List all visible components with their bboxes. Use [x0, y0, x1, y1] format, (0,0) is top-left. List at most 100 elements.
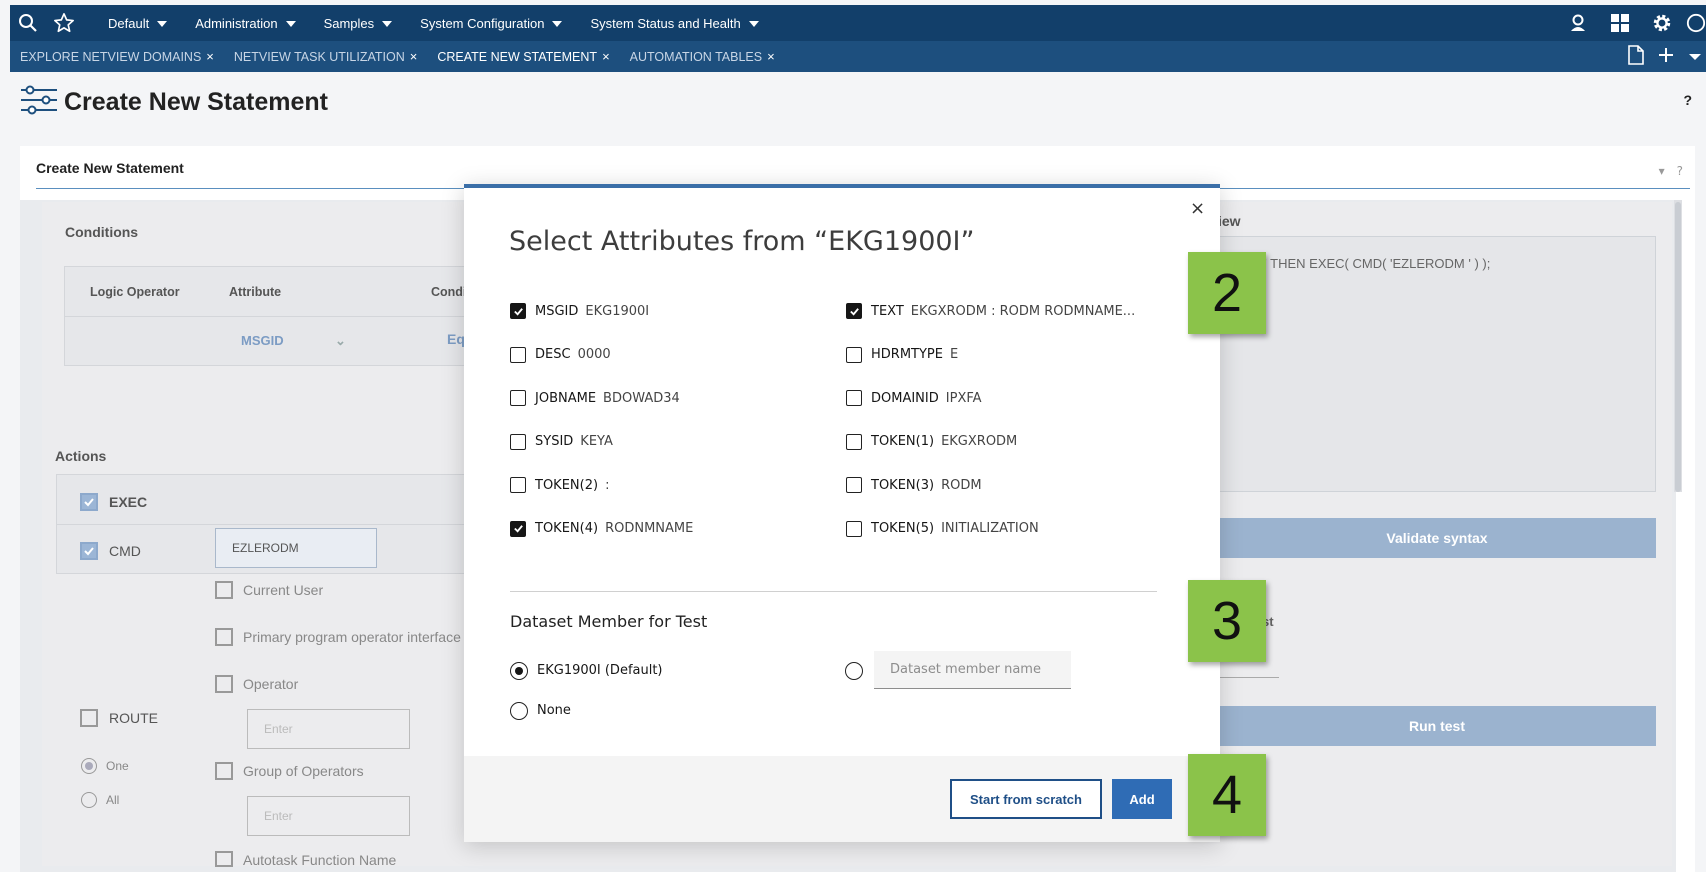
attr-hdrmtype[interactable]: HDRMTYPE E — [846, 345, 958, 365]
tab-label: EXPLORE NETVIEW DOMAINS — [20, 49, 202, 64]
dataset-member-input[interactable] — [874, 651, 1071, 689]
chevron-down-icon[interactable]: ⌄ — [335, 333, 346, 349]
attr-checkbox[interactable] — [846, 346, 862, 363]
attr-checkbox[interactable] — [846, 477, 862, 493]
validate-syntax-button[interactable]: Validate syntax — [1218, 518, 1656, 558]
attr-name: TOKEN(2) — [535, 477, 599, 493]
tab-label: NETVIEW TASK UTILIZATION — [233, 49, 405, 64]
condition-select[interactable]: Eq — [447, 331, 465, 347]
star-icon[interactable] — [46, 5, 82, 41]
menu-administration[interactable]: Administration — [181, 16, 309, 31]
modal-close-icon[interactable]: × — [1190, 198, 1205, 219]
caret-down-icon — [157, 21, 168, 27]
menu-system-configuration[interactable]: System Configuration — [406, 16, 576, 31]
attr-token3[interactable]: TOKEN(3) RODM — [846, 475, 982, 495]
close-icon[interactable]: × — [602, 49, 610, 64]
group-enter-input[interactable]: Enter — [247, 796, 410, 836]
col-condition: Condi — [431, 285, 467, 299]
menu-system-status-label: System Status and Health — [590, 15, 741, 31]
tab-create-new-statement[interactable]: CREATE NEW STATEMENT × — [427, 41, 619, 72]
menu-system-configuration-label: System Configuration — [420, 15, 545, 31]
route-one-radio[interactable] — [81, 758, 97, 774]
attr-text[interactable]: TEXT EKGXRODM : RODM RODMNAME... — [846, 301, 1135, 321]
start-from-scratch-button[interactable]: Start from scratch — [950, 779, 1102, 819]
menu-default[interactable]: Default — [94, 16, 181, 31]
exec-checkbox[interactable] — [80, 493, 98, 511]
radio-default-member[interactable] — [510, 662, 528, 680]
attr-checkbox[interactable] — [510, 303, 526, 319]
attr-checkbox[interactable] — [846, 433, 862, 450]
attr-checkbox[interactable] — [846, 520, 862, 537]
group-operators-checkbox[interactable] — [215, 762, 233, 780]
conditions-label: Conditions — [65, 224, 139, 240]
add-button[interactable]: Add — [1112, 779, 1172, 819]
attr-sysid[interactable]: SYSID KEYA — [510, 432, 613, 452]
attr-value: 0000 — [577, 347, 611, 362]
close-icon[interactable]: × — [410, 49, 418, 64]
operator-checkbox[interactable] — [215, 675, 233, 693]
attr-token4[interactable]: TOKEN(4) RODNMNAME — [510, 519, 693, 539]
attr-token2[interactable]: TOKEN(2): — [510, 475, 609, 495]
modal-divider — [510, 591, 1157, 592]
run-test-button[interactable]: Run test — [1218, 706, 1656, 746]
radio-none-label: None — [537, 703, 571, 718]
preview-scrollbar-thumb[interactable] — [1675, 202, 1681, 492]
new-page-icon[interactable] — [1628, 44, 1644, 69]
grid-icon[interactable] — [1602, 5, 1638, 41]
attr-name: TOKEN(4) — [535, 521, 599, 536]
attr-checkbox[interactable] — [510, 433, 526, 450]
add-tab-icon[interactable] — [1658, 47, 1674, 67]
autotask-checkbox[interactable] — [215, 851, 233, 867]
attribute-select[interactable]: MSGID — [241, 333, 284, 348]
radio-none[interactable] — [510, 702, 528, 720]
attr-checkbox[interactable] — [846, 303, 862, 319]
route-label: ROUTE — [109, 710, 158, 726]
attr-name: TOKEN(3) — [871, 477, 935, 493]
attr-name: JOBNAME — [535, 390, 597, 406]
attr-desc[interactable]: DESC 0000 — [510, 345, 611, 365]
preview-label: iew — [1218, 213, 1241, 229]
attr-jobname[interactable]: JOBNAME BDOWAD34 — [510, 388, 680, 408]
conditions-table: Logic Operator Attribute Condi MSGID ⌄ E… — [64, 266, 484, 366]
tab-automation-tables[interactable]: AUTOMATION TABLES × — [620, 41, 785, 72]
route-checkbox[interactable] — [80, 709, 98, 727]
attr-value: E — [949, 347, 959, 362]
menu-system-status[interactable]: System Status and Health — [576, 16, 772, 31]
cmd-input[interactable]: EZLERODM — [215, 528, 377, 568]
tab-menu-caret-icon[interactable] — [1688, 47, 1702, 66]
attr-checkbox[interactable] — [846, 390, 862, 406]
menu-samples-label: Samples — [323, 15, 375, 31]
tab-netview-task-utilization[interactable]: NETVIEW TASK UTILIZATION × — [224, 41, 427, 72]
sliders-icon — [20, 85, 58, 119]
close-icon[interactable]: × — [206, 49, 214, 64]
step-badge-3: 3 — [1188, 580, 1266, 662]
route-one-label: One — [106, 759, 129, 773]
collapse-caret-icon[interactable]: ▾ — [1659, 164, 1665, 178]
user-icon[interactable] — [1560, 5, 1596, 41]
menu-samples[interactable]: Samples — [310, 16, 407, 31]
search-icon[interactable] — [10, 5, 46, 41]
attr-msgid[interactable]: MSGID EKG1900I — [510, 301, 649, 321]
panel-help-icon[interactable]: ? — [1677, 164, 1683, 178]
page-help-icon[interactable]: ? — [1683, 92, 1692, 108]
panel-title: Create New Statement — [36, 160, 184, 176]
radio-custom-member[interactable] — [845, 662, 863, 680]
close-icon[interactable]: × — [767, 49, 775, 64]
attr-checkbox[interactable] — [510, 477, 526, 493]
attr-checkbox[interactable] — [510, 520, 526, 537]
attr-domainid[interactable]: DOMAINID IPXFA — [846, 388, 982, 408]
attr-checkbox[interactable] — [510, 390, 526, 406]
attr-token1[interactable]: TOKEN(1) EKGXRODM — [846, 432, 1017, 452]
current-user-checkbox[interactable] — [215, 581, 233, 599]
route-all-radio[interactable] — [81, 792, 97, 808]
preview-textarea[interactable] — [1218, 236, 1656, 492]
attr-token5[interactable]: TOKEN(5) INITIALIZATION — [846, 519, 1039, 539]
help-icon[interactable] — [1686, 5, 1706, 41]
route-enter-input[interactable]: Enter — [247, 709, 410, 749]
attr-checkbox[interactable] — [510, 346, 526, 363]
gear-icon[interactable] — [1644, 5, 1680, 41]
cmd-checkbox[interactable] — [80, 542, 98, 560]
primary-op-checkbox[interactable] — [215, 628, 233, 646]
tab-explore-netview-domains[interactable]: EXPLORE NETVIEW DOMAINS × — [10, 41, 224, 72]
modal-footer — [464, 756, 1220, 842]
